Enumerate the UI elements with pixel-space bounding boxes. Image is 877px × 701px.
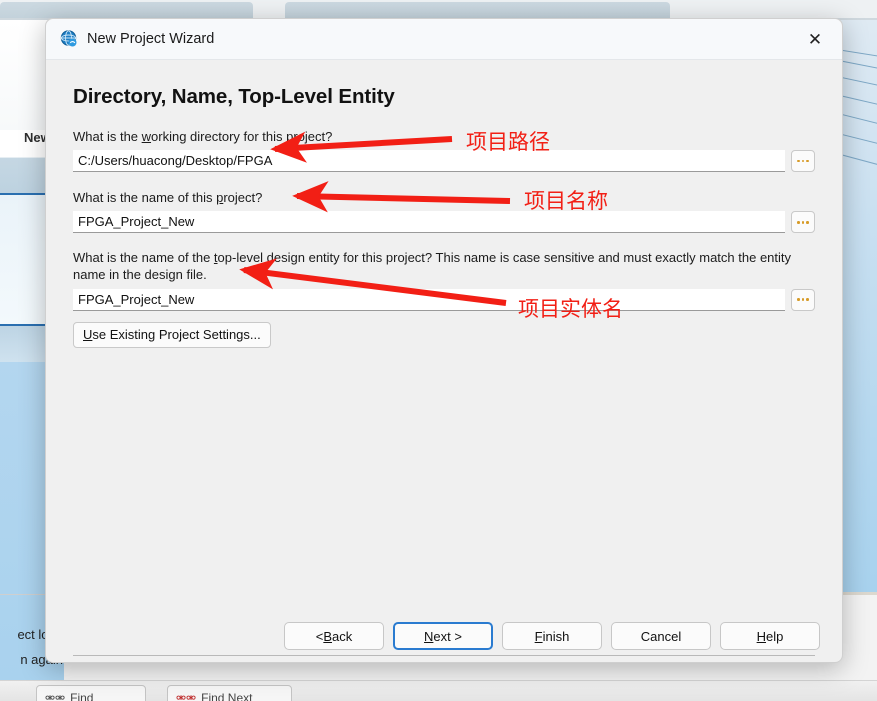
find-button-label: Find (70, 691, 94, 701)
back-button[interactable]: < Back (284, 622, 384, 650)
q2-text-before: What is the name of this (73, 190, 217, 206)
find-next-button-label: Find Next (201, 691, 253, 701)
background-tab-2[interactable] (285, 2, 670, 18)
binoculars-next-icon: ⚮⚮ (176, 691, 197, 701)
back-prefix: < (315, 628, 324, 644)
q2-text-after: roject? (223, 190, 263, 206)
finish-button[interactable]: Finish (502, 622, 602, 650)
working-directory-browse-button[interactable] (791, 150, 815, 173)
use-existing-project-settings-button[interactable]: Use Existing Project Settings... (73, 321, 271, 348)
project-name-field-row (73, 211, 815, 234)
ellipsis-dot (806, 298, 809, 301)
new-project-wizard-dialog: New Project Wizard ✕ Directory, Name, To… (45, 18, 843, 663)
back-mnemonic: B (323, 628, 333, 644)
ellipsis-dot (797, 159, 800, 163)
page-title: Directory, Name, Top-Level Entity (73, 85, 395, 108)
next-suffix: ext > (433, 628, 462, 644)
background-tab-strip (0, 0, 877, 18)
ellipsis-dot (801, 159, 805, 163)
close-icon[interactable]: ✕ (792, 19, 838, 59)
q3-text-before: What is the name of the (73, 250, 214, 266)
finish-mnemonic: F (534, 628, 543, 644)
cancel-label: Cancel (640, 628, 682, 644)
ellipsis-dot (797, 221, 800, 224)
binoculars-icon: ⚮⚮ (45, 691, 66, 701)
ellipsis-dot (806, 221, 809, 224)
help-button[interactable]: Help (720, 622, 820, 650)
dialog-body: Directory, Name, Top-Level Entity What i… (46, 60, 842, 662)
next-button[interactable]: Next > (393, 622, 493, 650)
project-name-question: What is the name of this project? (73, 189, 815, 206)
top-level-entity-browse-button[interactable] (791, 288, 815, 311)
top-level-entity-input[interactable] (73, 288, 785, 311)
cancel-button[interactable]: Cancel (611, 622, 711, 650)
find-button[interactable]: ⚮⚮ Find (36, 685, 146, 701)
q1-text-after: orking directory for this project? (151, 129, 333, 144)
q1-mnemonic: w (141, 129, 152, 144)
quartus-globe-icon (60, 30, 77, 47)
project-name-input[interactable] (73, 211, 785, 234)
next-mnemonic: N (424, 628, 434, 644)
working-directory-question: What is the working directory for this p… (73, 128, 815, 145)
use-existing-label: se Existing Project Settings... (92, 326, 261, 342)
ellipsis-dot (801, 298, 805, 301)
top-level-entity-field-row (73, 288, 815, 311)
find-next-button[interactable]: ⚮⚮ Find Next (167, 685, 292, 701)
working-directory-input[interactable] (73, 150, 785, 173)
top-level-entity-question: What is the name of the top-level design… (73, 249, 797, 283)
working-directory-field-row (73, 150, 815, 173)
ellipsis-dot (801, 221, 805, 224)
background-tab-1[interactable] (0, 2, 253, 18)
help-suffix: elp (766, 628, 784, 644)
help-mnemonic: H (756, 628, 767, 644)
back-suffix: ack (332, 628, 353, 644)
dialog-footer: < Back Next > Finish Cancel Help (46, 610, 842, 662)
ellipsis-dot (797, 298, 800, 301)
q1-text-before: What is the (73, 129, 142, 144)
use-existing-mnemonic: U (83, 326, 93, 342)
dialog-title: New Project Wizard (87, 31, 215, 47)
project-name-browse-button[interactable] (791, 211, 815, 234)
background-bottom-toolbar: ⚮⚮ Find ⚮⚮ Find Next (0, 680, 877, 701)
dialog-title-bar[interactable]: New Project Wizard ✕ (46, 19, 842, 60)
finish-suffix: inish (542, 628, 570, 644)
ellipsis-dot (806, 159, 809, 163)
